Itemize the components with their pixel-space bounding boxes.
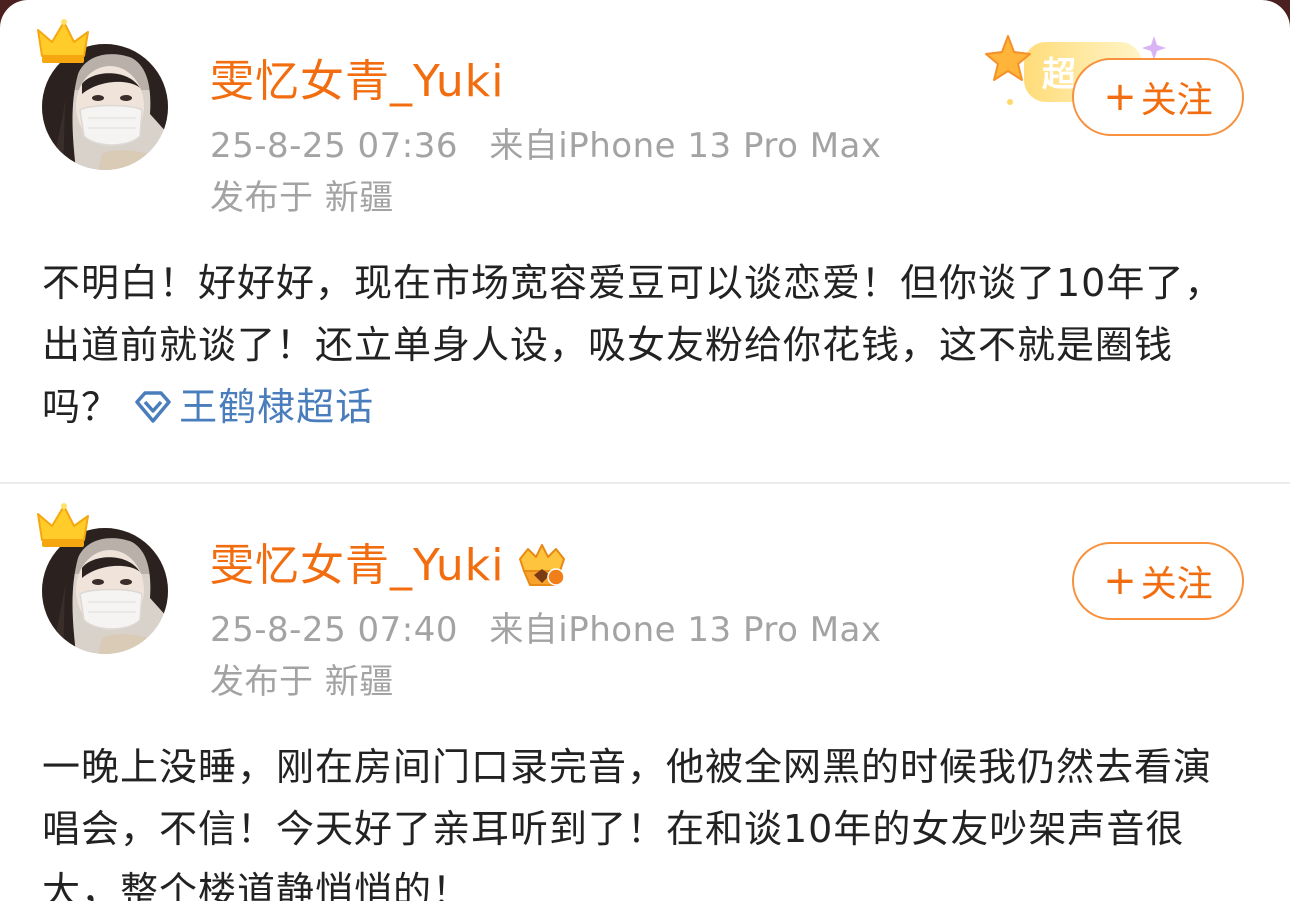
follow-button[interactable]: + 关注 (1072, 58, 1244, 136)
post-content: 不明白！好好好，现在市场宽容爱豆可以谈恋爱！但你谈了10年了，出道前就谈了！还立… (42, 252, 1242, 438)
avatar-container[interactable] (34, 502, 174, 662)
crown-icon (37, 19, 89, 63)
follow-label: 关注 (1140, 80, 1213, 121)
post-content: 一晚上没睡，刚在房间门口录完音，他被全网黑的时候我仍然去看演唱会，不信！今天好了… (42, 736, 1242, 901)
post-meta: 25-8-25 07:40 来自iPhone 13 Pro Max (210, 608, 882, 652)
plus-icon: + (1103, 558, 1137, 604)
post-text: 一晚上没睡，刚在房间门口录完音，他被全网黑的时候我仍然去看演唱会，不信！今天好了… (42, 745, 1213, 901)
weibo-post: 雯忆女青_Yuki 25-8-25 07:40 来自iPhone 13 Pro … (0, 484, 1290, 901)
post-source: 来自iPhone 13 Pro Max (489, 610, 882, 650)
crown-icon (37, 503, 89, 547)
weibo-post: 雯忆女青_Yuki 25-8-25 07:36 来自iPhone 13 Pro … (0, 0, 1290, 482)
topic-link[interactable]: 王鹤棣超话 (133, 385, 374, 429)
username-row: 雯忆女青_Yuki (210, 52, 504, 112)
fan-badge-icon (519, 544, 566, 586)
super-topic-icon (135, 391, 171, 423)
plus-icon: + (1103, 74, 1137, 120)
topic-label: 王鹤棣超话 (179, 385, 375, 429)
post-meta: 25-8-25 07:36 来自iPhone 13 Pro Max (210, 124, 882, 168)
username[interactable]: 雯忆女青_Yuki (210, 52, 504, 112)
follow-button[interactable]: + 关注 (1072, 542, 1244, 620)
post-time: 25-8-25 07:40 (210, 610, 458, 650)
username-row: 雯忆女青_Yuki (210, 536, 570, 596)
username[interactable]: 雯忆女青_Yuki (210, 536, 504, 596)
post-location: 发布于 新疆 (210, 662, 394, 702)
follow-label: 关注 (1140, 564, 1213, 605)
post-time: 25-8-25 07:36 (210, 126, 458, 166)
feed-card: 雯忆女青_Yuki 25-8-25 07:36 来自iPhone 13 Pro … (0, 0, 1290, 901)
avatar-container[interactable] (34, 18, 174, 178)
post-location: 发布于 新疆 (210, 178, 394, 218)
post-source: 来自iPhone 13 Pro Max (489, 126, 882, 166)
